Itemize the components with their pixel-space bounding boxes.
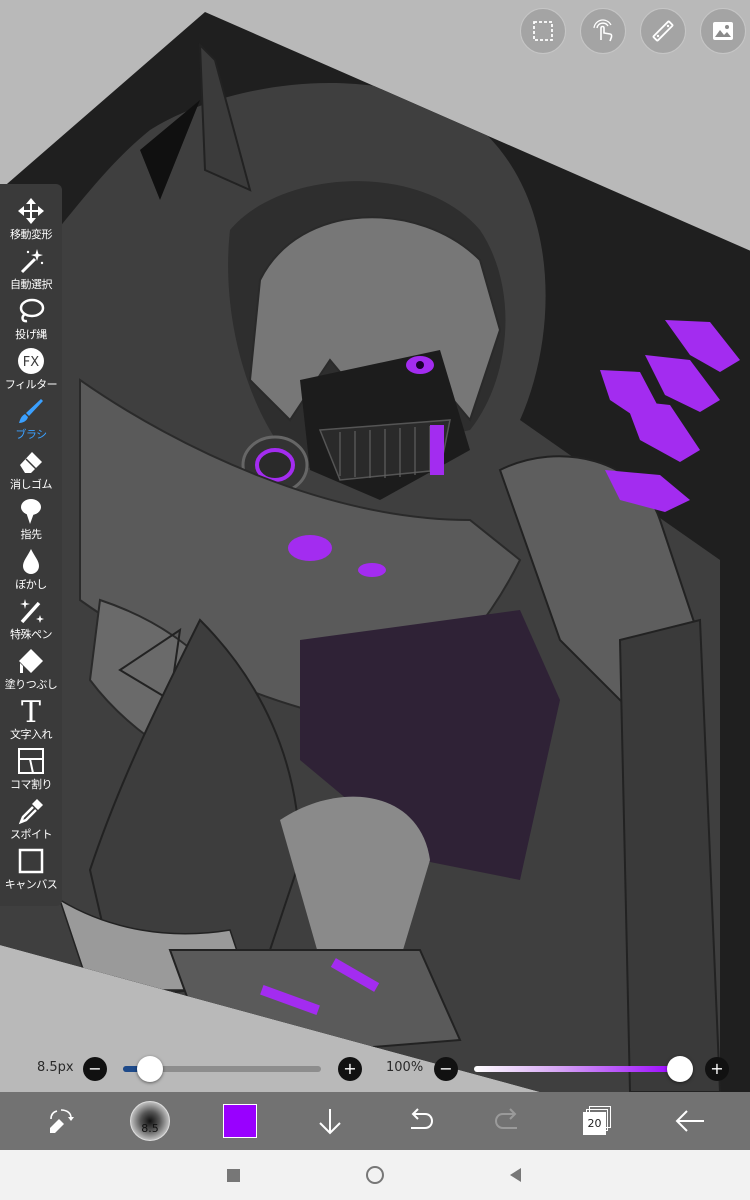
brush-size-decrease-button[interactable]: − <box>83 1057 107 1081</box>
tool-eyedropper[interactable]: スポイト <box>0 794 62 844</box>
tool-magic-wand[interactable]: 自動選択 <box>0 244 62 294</box>
swap-tool-button[interactable] <box>40 1092 80 1150</box>
arrow-down-icon <box>319 1109 341 1135</box>
undo-icon <box>411 1108 434 1129</box>
bucket-icon <box>19 649 43 673</box>
tool-move-transform[interactable]: 移動変形 <box>0 194 62 244</box>
brush-preset-button[interactable]: 8.5 <box>128 1092 172 1150</box>
recents-button[interactable] <box>221 1163 245 1187</box>
opacity-increase-button[interactable]: + <box>705 1057 729 1081</box>
svg-text:FX: FX <box>23 355 39 370</box>
svg-text:T: T <box>21 697 41 725</box>
back-button[interactable] <box>668 1092 712 1150</box>
arrow-left-icon <box>675 1110 704 1132</box>
tool-canvas[interactable]: キャンバス <box>0 844 62 894</box>
tool-palette: 移動変形 自動選択 投げ縄 FX フィルター ブラシ 消しゴム 指先 ぼかし 特… <box>0 184 62 906</box>
triangle-back-icon <box>510 1168 521 1182</box>
bottom-action-bar: 8.5 20 <box>0 1092 750 1150</box>
artwork-canvas[interactable] <box>0 0 750 1092</box>
magic-wand-icon <box>20 249 44 274</box>
layers-count: 20 <box>583 1112 606 1135</box>
tool-label: 指先 <box>20 528 43 541</box>
image-icon <box>713 22 733 40</box>
brush-icon <box>19 399 43 423</box>
tool-label: 塗りつぶし <box>4 678 58 691</box>
system-navigation-bar <box>0 1150 750 1200</box>
layers-button[interactable]: 20 <box>578 1092 618 1150</box>
tool-label: キャンバス <box>4 878 58 891</box>
canvas-icon <box>18 848 44 874</box>
layer-move-down-button[interactable] <box>310 1092 350 1150</box>
tool-label: スポイト <box>10 828 53 841</box>
brush-size-increase-button[interactable]: + <box>338 1057 362 1081</box>
selection-button[interactable] <box>520 8 566 54</box>
opacity-decrease-button[interactable]: − <box>434 1057 458 1081</box>
redo-button[interactable] <box>488 1092 528 1150</box>
undo-button[interactable] <box>400 1092 440 1150</box>
opacity-slider-handle[interactable] <box>667 1056 693 1082</box>
ruler-button[interactable] <box>640 8 686 54</box>
tool-eraser[interactable]: 消しゴム <box>0 444 62 494</box>
redo-icon <box>494 1108 517 1129</box>
opacity-value: 100% <box>386 1060 424 1075</box>
tool-special-pen[interactable]: 特殊ペン <box>0 594 62 644</box>
brush-size-slider-handle[interactable] <box>137 1056 163 1082</box>
current-color-swatch <box>223 1104 257 1138</box>
tool-blur[interactable]: ぼかし <box>0 544 62 594</box>
tool-fill[interactable]: 塗りつぶし <box>0 644 62 694</box>
tool-lasso[interactable]: 投げ縄 <box>0 294 62 344</box>
sparkle-pen-icon <box>20 599 44 624</box>
brush-preview-icon: 8.5 <box>130 1101 170 1141</box>
tool-label: 自動選択 <box>10 278 53 291</box>
tool-label: 文字入れ <box>10 728 53 741</box>
tool-label: 移動変形 <box>10 228 53 241</box>
tool-brush[interactable]: ブラシ <box>0 394 62 444</box>
text-icon: T <box>21 697 41 725</box>
lasso-icon <box>19 298 45 323</box>
touch-mode-button[interactable] <box>580 8 626 54</box>
opacity-track[interactable] <box>474 1066 680 1072</box>
tool-frame-divider[interactable]: コマ割り <box>0 744 62 794</box>
drop-icon <box>23 549 39 574</box>
touch-icon <box>593 19 613 42</box>
tool-label: 特殊ペン <box>10 628 53 641</box>
square-icon <box>226 1168 240 1182</box>
fx-icon: FX <box>18 348 44 374</box>
eyedropper-icon <box>18 799 43 825</box>
tool-label: 投げ縄 <box>15 328 47 341</box>
move-arrows-icon <box>18 198 44 224</box>
tool-finger[interactable]: 指先 <box>0 494 62 544</box>
tool-label: ブラシ <box>15 428 47 441</box>
color-swatch-button[interactable] <box>220 1092 260 1150</box>
swap-eraser-icon <box>50 1109 74 1133</box>
selection-icon <box>533 21 553 41</box>
tool-label: フィルター <box>4 378 58 391</box>
tool-label: ぼかし <box>15 578 47 591</box>
tool-text[interactable]: T 文字入れ <box>0 694 62 744</box>
panels-icon <box>18 748 44 774</box>
reference-image-button[interactable] <box>700 8 746 54</box>
eraser-icon <box>20 452 42 473</box>
drawing-canvas-area[interactable]: 移動変形 自動選択 投げ縄 FX フィルター ブラシ 消しゴム 指先 ぼかし 特… <box>0 0 750 1092</box>
circle-icon <box>366 1166 384 1184</box>
brush-size-value: 8.5px <box>37 1060 74 1075</box>
tool-label: 消しゴム <box>10 478 53 491</box>
tool-filter[interactable]: FX フィルター <box>0 344 62 394</box>
tool-label: コマ割り <box>10 778 53 791</box>
ruler-icon <box>652 20 674 42</box>
layers-icon: 20 <box>583 1106 613 1136</box>
back-nav-button[interactable] <box>503 1163 527 1187</box>
finger-icon <box>21 499 41 524</box>
brush-size-badge: 8.5 <box>141 1122 159 1135</box>
home-button[interactable] <box>363 1163 387 1187</box>
